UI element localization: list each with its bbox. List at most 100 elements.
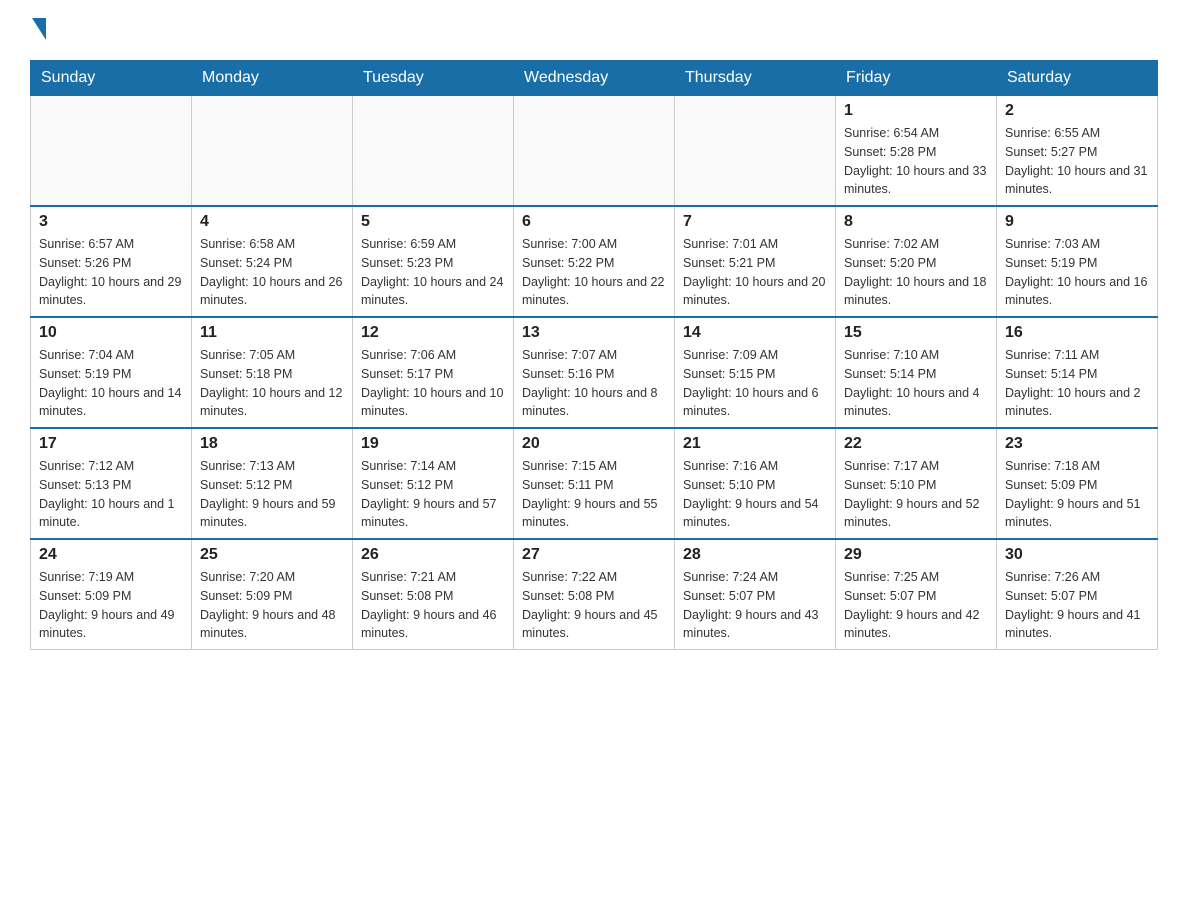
day-number: 1 bbox=[844, 102, 988, 120]
day-number: 2 bbox=[1005, 102, 1149, 120]
day-info: Sunrise: 7:06 AMSunset: 5:17 PMDaylight:… bbox=[361, 346, 505, 421]
table-row: 9 Sunrise: 7:03 AMSunset: 5:19 PMDaylight… bbox=[997, 206, 1158, 317]
calendar-week-row: 3Sunrise: 6:57 AMSunset: 5:26 PMDaylight… bbox=[31, 206, 1158, 317]
table-row: 25Sunrise: 7:20 AMSunset: 5:09 PMDayligh… bbox=[192, 539, 353, 650]
logo bbox=[30, 20, 46, 40]
table-row: 17 Sunrise: 7:12 AMSunset: 5:13 PMDayligh… bbox=[31, 428, 192, 539]
day-info: Sunrise: 6:58 AMSunset: 5:24 PMDaylight:… bbox=[200, 235, 344, 310]
table-row: 21 Sunrise: 7:16 AMSunset: 5:10 PMDayligh… bbox=[675, 428, 836, 539]
day-info: Sunrise: 7:18 AMSunset: 5:09 PMDaylight:… bbox=[1005, 457, 1149, 532]
day-number: 22 bbox=[844, 435, 988, 453]
header-saturday: Saturday bbox=[997, 61, 1158, 96]
day-number: 28 bbox=[683, 546, 827, 564]
day-number: 14 bbox=[683, 324, 827, 342]
day-info: Sunrise: 7:12 AMSunset: 5:13 PMDaylight:… bbox=[39, 457, 183, 532]
table-row bbox=[31, 96, 192, 207]
table-row: 29 Sunrise: 7:25 AMSunset: 5:07 PMDayligh… bbox=[836, 539, 997, 650]
day-info: Sunrise: 7:19 AMSunset: 5:09 PMDaylight:… bbox=[39, 568, 183, 643]
day-info: Sunrise: 7:10 AMSunset: 5:14 PMDaylight:… bbox=[844, 346, 988, 421]
day-number: 17 bbox=[39, 435, 183, 453]
table-row: 28 Sunrise: 7:24 AMSunset: 5:07 PMDayligh… bbox=[675, 539, 836, 650]
calendar-week-row: 17 Sunrise: 7:12 AMSunset: 5:13 PMDayligh… bbox=[31, 428, 1158, 539]
day-number: 15 bbox=[844, 324, 988, 342]
table-row: 7 Sunrise: 7:01 AMSunset: 5:21 PMDaylight… bbox=[675, 206, 836, 317]
day-info: Sunrise: 7:16 AMSunset: 5:10 PMDaylight:… bbox=[683, 457, 827, 532]
table-row: 5 Sunrise: 6:59 AMSunset: 5:23 PMDaylight… bbox=[353, 206, 514, 317]
page-header bbox=[30, 20, 1158, 40]
day-number: 21 bbox=[683, 435, 827, 453]
day-number: 7 bbox=[683, 213, 827, 231]
table-row bbox=[514, 96, 675, 207]
day-number: 9 bbox=[1005, 213, 1149, 231]
calendar-week-row: 24 Sunrise: 7:19 AMSunset: 5:09 PMDayligh… bbox=[31, 539, 1158, 650]
day-number: 16 bbox=[1005, 324, 1149, 342]
day-info: Sunrise: 6:54 AMSunset: 5:28 PMDaylight:… bbox=[844, 124, 988, 199]
day-info: Sunrise: 7:17 AMSunset: 5:10 PMDaylight:… bbox=[844, 457, 988, 532]
table-row: 27 Sunrise: 7:22 AMSunset: 5:08 PMDayligh… bbox=[514, 539, 675, 650]
day-number: 6 bbox=[522, 213, 666, 231]
table-row: 1 Sunrise: 6:54 AMSunset: 5:28 PMDaylight… bbox=[836, 96, 997, 207]
day-number: 29 bbox=[844, 546, 988, 564]
day-number: 25 bbox=[200, 546, 344, 564]
day-info: Sunrise: 6:55 AMSunset: 5:27 PMDaylight:… bbox=[1005, 124, 1149, 199]
table-row bbox=[192, 96, 353, 207]
table-row: 10 Sunrise: 7:04 AMSunset: 5:19 PMDayligh… bbox=[31, 317, 192, 428]
day-info: Sunrise: 7:01 AMSunset: 5:21 PMDaylight:… bbox=[683, 235, 827, 310]
day-info: Sunrise: 7:21 AMSunset: 5:08 PMDaylight:… bbox=[361, 568, 505, 643]
calendar-week-row: 10 Sunrise: 7:04 AMSunset: 5:19 PMDayligh… bbox=[31, 317, 1158, 428]
calendar-week-row: 1 Sunrise: 6:54 AMSunset: 5:28 PMDaylight… bbox=[31, 96, 1158, 207]
table-row: 11 Sunrise: 7:05 AMSunset: 5:18 PMDayligh… bbox=[192, 317, 353, 428]
day-number: 30 bbox=[1005, 546, 1149, 564]
day-number: 18 bbox=[200, 435, 344, 453]
day-info: Sunrise: 7:13 AMSunset: 5:12 PMDaylight:… bbox=[200, 457, 344, 532]
header-monday: Monday bbox=[192, 61, 353, 96]
table-row: 16Sunrise: 7:11 AMSunset: 5:14 PMDayligh… bbox=[997, 317, 1158, 428]
table-row: 12Sunrise: 7:06 AMSunset: 5:17 PMDayligh… bbox=[353, 317, 514, 428]
day-info: Sunrise: 7:03 AMSunset: 5:19 PMDaylight:… bbox=[1005, 235, 1149, 310]
table-row: 18 Sunrise: 7:13 AMSunset: 5:12 PMDayligh… bbox=[192, 428, 353, 539]
table-row: 24 Sunrise: 7:19 AMSunset: 5:09 PMDayligh… bbox=[31, 539, 192, 650]
calendar-table: Sunday Monday Tuesday Wednesday Thursday… bbox=[30, 60, 1158, 650]
day-number: 13 bbox=[522, 324, 666, 342]
day-number: 11 bbox=[200, 324, 344, 342]
day-info: Sunrise: 7:26 AMSunset: 5:07 PMDaylight:… bbox=[1005, 568, 1149, 643]
table-row: 26 Sunrise: 7:21 AMSunset: 5:08 PMDayligh… bbox=[353, 539, 514, 650]
calendar-header-row: Sunday Monday Tuesday Wednesday Thursday… bbox=[31, 61, 1158, 96]
table-row: 19 Sunrise: 7:14 AMSunset: 5:12 PMDayligh… bbox=[353, 428, 514, 539]
day-info: Sunrise: 7:22 AMSunset: 5:08 PMDaylight:… bbox=[522, 568, 666, 643]
table-row: 6 Sunrise: 7:00 AMSunset: 5:22 PMDaylight… bbox=[514, 206, 675, 317]
day-info: Sunrise: 7:09 AMSunset: 5:15 PMDaylight:… bbox=[683, 346, 827, 421]
day-number: 3 bbox=[39, 213, 183, 231]
table-row: 2 Sunrise: 6:55 AMSunset: 5:27 PMDaylight… bbox=[997, 96, 1158, 207]
table-row: 15 Sunrise: 7:10 AMSunset: 5:14 PMDayligh… bbox=[836, 317, 997, 428]
day-info: Sunrise: 7:05 AMSunset: 5:18 PMDaylight:… bbox=[200, 346, 344, 421]
day-number: 10 bbox=[39, 324, 183, 342]
table-row: 22 Sunrise: 7:17 AMSunset: 5:10 PMDayligh… bbox=[836, 428, 997, 539]
table-row: 30 Sunrise: 7:26 AMSunset: 5:07 PMDayligh… bbox=[997, 539, 1158, 650]
day-info: Sunrise: 7:04 AMSunset: 5:19 PMDaylight:… bbox=[39, 346, 183, 421]
table-row bbox=[353, 96, 514, 207]
day-number: 23 bbox=[1005, 435, 1149, 453]
day-number: 26 bbox=[361, 546, 505, 564]
table-row: 4 Sunrise: 6:58 AMSunset: 5:24 PMDaylight… bbox=[192, 206, 353, 317]
day-info: Sunrise: 7:24 AMSunset: 5:07 PMDaylight:… bbox=[683, 568, 827, 643]
day-info: Sunrise: 7:25 AMSunset: 5:07 PMDaylight:… bbox=[844, 568, 988, 643]
day-number: 19 bbox=[361, 435, 505, 453]
day-info: Sunrise: 7:00 AMSunset: 5:22 PMDaylight:… bbox=[522, 235, 666, 310]
logo-triangle-icon bbox=[32, 18, 46, 40]
day-info: Sunrise: 7:14 AMSunset: 5:12 PMDaylight:… bbox=[361, 457, 505, 532]
day-number: 27 bbox=[522, 546, 666, 564]
header-sunday: Sunday bbox=[31, 61, 192, 96]
header-thursday: Thursday bbox=[675, 61, 836, 96]
day-info: Sunrise: 7:07 AMSunset: 5:16 PMDaylight:… bbox=[522, 346, 666, 421]
day-info: Sunrise: 6:59 AMSunset: 5:23 PMDaylight:… bbox=[361, 235, 505, 310]
day-number: 8 bbox=[844, 213, 988, 231]
header-friday: Friday bbox=[836, 61, 997, 96]
day-info: Sunrise: 7:02 AMSunset: 5:20 PMDaylight:… bbox=[844, 235, 988, 310]
table-row: 14 Sunrise: 7:09 AMSunset: 5:15 PMDayligh… bbox=[675, 317, 836, 428]
day-number: 5 bbox=[361, 213, 505, 231]
day-number: 4 bbox=[200, 213, 344, 231]
day-number: 24 bbox=[39, 546, 183, 564]
table-row: 3Sunrise: 6:57 AMSunset: 5:26 PMDaylight… bbox=[31, 206, 192, 317]
day-number: 20 bbox=[522, 435, 666, 453]
